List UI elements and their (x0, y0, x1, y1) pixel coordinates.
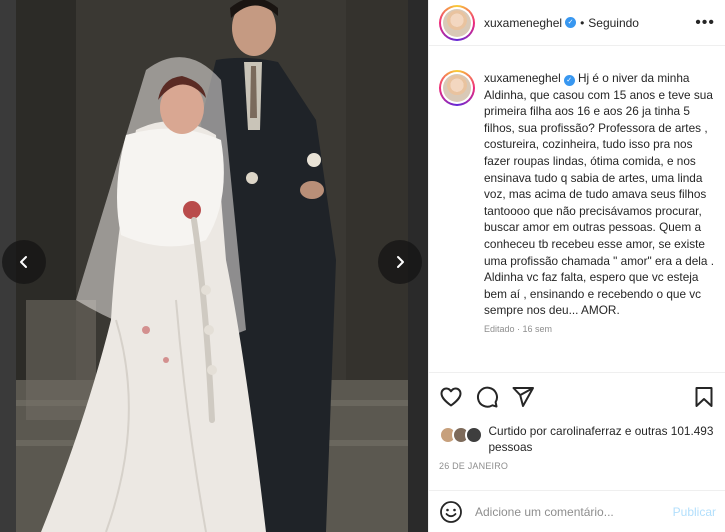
actions-section: Curtido por carolinaferraz e outras 101.… (429, 372, 725, 471)
publish-button[interactable]: Publicar (673, 505, 716, 519)
post-date: 26 DE JANEIRO (439, 461, 509, 471)
emoji-icon[interactable] (439, 500, 463, 524)
caption-body: Hj é o niver da minha Aldinha, que casou… (484, 71, 715, 318)
edited-timestamp: Editado · 16 sem (484, 323, 553, 334)
action-bar (439, 385, 716, 409)
bookmark-icon[interactable] (692, 385, 716, 409)
comment-input[interactable] (475, 504, 655, 519)
heart-icon[interactable] (439, 385, 463, 409)
liker-avatar (465, 426, 483, 444)
wedding-photo (16, 0, 408, 532)
comment-bar: Publicar (429, 490, 725, 532)
author-avatar-image (443, 8, 471, 37)
liker-avatars (439, 426, 486, 444)
wedding-photo-illustration (16, 0, 408, 532)
paper-plane-icon[interactable] (511, 385, 535, 409)
caption-section: xuxameneghel ✓ Hj é o niver da minha Aldi… (429, 60, 725, 372)
following-button[interactable]: Seguindo (588, 16, 639, 30)
author-username[interactable]: xuxameneghel (484, 16, 562, 30)
liked-by-text: Curtido por carolinaferraz e outras 101.… (488, 423, 716, 455)
post-header: xuxameneghel ✓ • Seguindo ••• (429, 0, 725, 46)
comment-icon[interactable] (475, 385, 499, 409)
separator-dot: • (580, 15, 585, 30)
next-photo-button[interactable] (378, 240, 422, 284)
previous-photo-button[interactable] (2, 240, 46, 284)
post-media (0, 0, 428, 532)
liked-by-user-link[interactable]: carolinaferraz (550, 424, 621, 438)
caption-username[interactable]: xuxameneghel (484, 71, 561, 85)
chevron-right-icon (397, 256, 404, 268)
verified-badge-icon: ✓ (565, 17, 577, 28)
caption-author-avatar[interactable] (439, 70, 475, 106)
caption: xuxameneghel ✓ Hj é o niver da minha Aldi… (484, 70, 716, 372)
more-options-icon[interactable]: ••• (695, 14, 715, 32)
verified-badge-icon: ✓ (563, 75, 575, 86)
caption-author-avatar-image (443, 74, 471, 102)
author-avatar[interactable] (439, 4, 475, 41)
chevron-left-icon (20, 256, 27, 268)
likes-summary: Curtido por carolinaferraz e outras 101.… (439, 423, 716, 455)
post-side-panel: xuxameneghel ✓ • Seguindo ••• xuxamenegh… (428, 0, 725, 532)
liked-by-prefix: Curtido por (488, 424, 551, 438)
